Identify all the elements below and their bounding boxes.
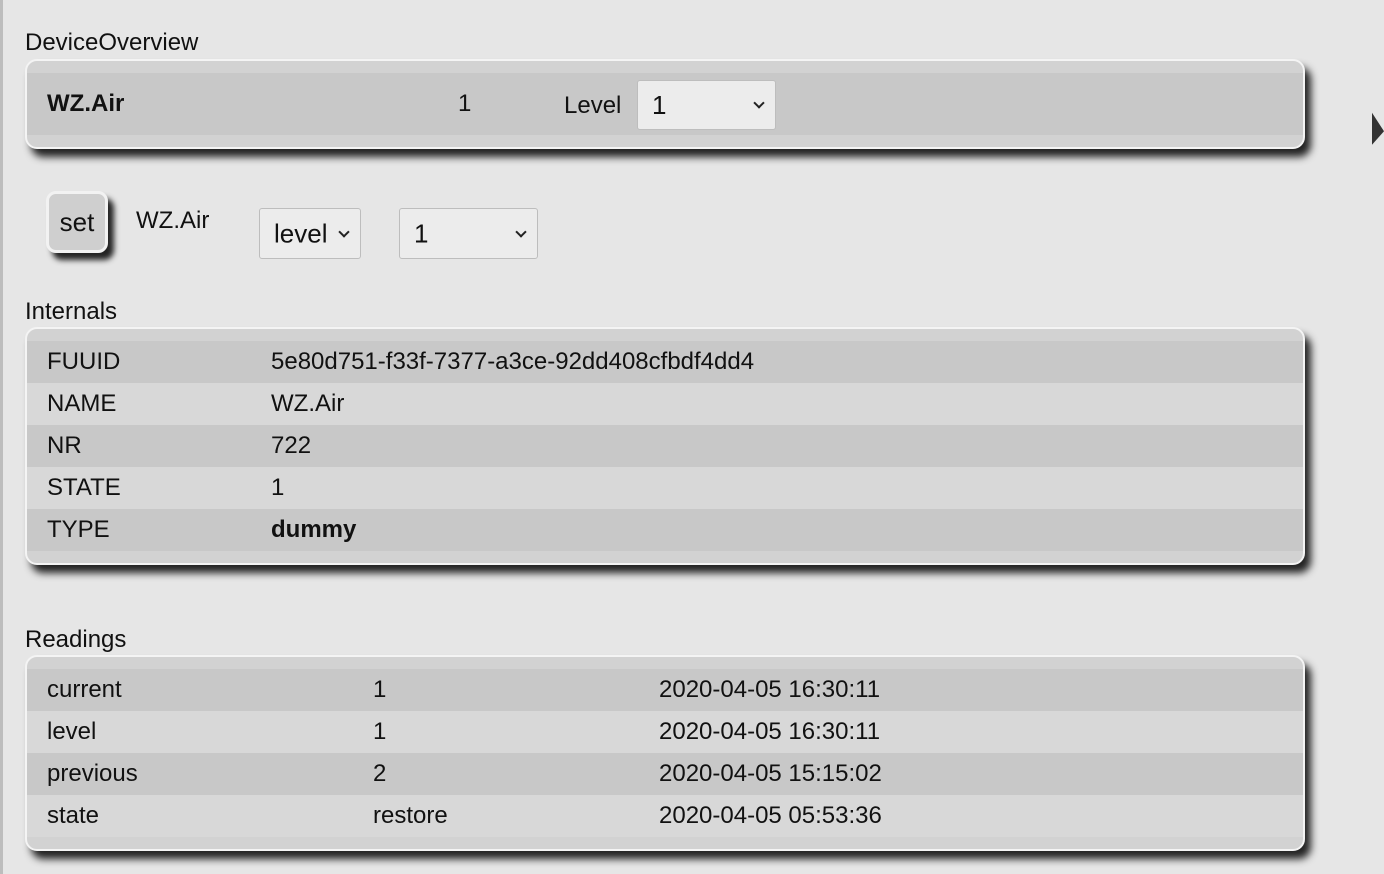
table-row: NR 722 [27, 425, 1303, 467]
attribute-select-value: level [274, 218, 328, 248]
level-select-value: 1 [652, 90, 667, 120]
internal-key: FUUID [47, 348, 121, 375]
internal-value: 5e80d751-f33f-7377-a3ce-92dd408cfbdf4dd4 [271, 348, 755, 375]
readings-panel: current 1 2020-04-05 16:30:11 level 1 20… [25, 655, 1305, 851]
device-overview-title: DeviceOverview [25, 29, 199, 56]
reading-timestamp: 2020-04-05 05:53:36 [659, 802, 882, 829]
table-row: FUUID 5e80d751-f33f-7377-a3ce-92dd408cfb… [27, 341, 1303, 383]
command-device-name: WZ.Air [136, 207, 210, 234]
set-button[interactable]: set [46, 191, 108, 253]
device-overview-panel: WZ.Air 1 Level 1 [25, 59, 1305, 149]
left-frame-edge [0, 0, 3, 874]
reading-value: restore [373, 802, 448, 829]
reading-name: level [47, 718, 97, 745]
mouse-cursor-icon [1372, 112, 1384, 148]
value-select-value: 1 [414, 218, 429, 248]
reading-name: current [47, 676, 122, 703]
table-row: NAME WZ.Air [27, 383, 1303, 425]
table-row: current 1 2020-04-05 16:30:11 [27, 669, 1303, 711]
type-link[interactable]: dummy [271, 509, 356, 551]
reading-timestamp: 2020-04-05 15:15:02 [659, 760, 882, 787]
device-overview-row: WZ.Air 1 Level 1 [27, 73, 1303, 135]
internal-key: STATE [47, 474, 121, 501]
reading-value: 2 [373, 760, 387, 787]
reading-value: 1 [373, 718, 387, 745]
internal-value: 1 [271, 474, 285, 501]
reading-value: 1 [373, 676, 387, 703]
table-row: state restore 2020-04-05 05:53:36 [27, 795, 1303, 837]
internal-value: WZ.Air [271, 390, 345, 417]
level-select[interactable]: 1 [637, 80, 776, 130]
reading-name: state [47, 802, 100, 829]
table-row: level 1 2020-04-05 16:30:11 [27, 711, 1303, 753]
internals-title: Internals [25, 298, 118, 325]
internal-key: NR [47, 432, 82, 459]
table-row: previous 2 2020-04-05 15:15:02 [27, 753, 1303, 795]
reading-timestamp: 2020-04-05 16:30:11 [659, 676, 881, 703]
reading-name: previous [47, 760, 138, 787]
internal-key: NAME [47, 390, 117, 417]
reading-timestamp: 2020-04-05 16:30:11 [659, 718, 881, 745]
readings-title: Readings [25, 626, 127, 653]
internals-panel: FUUID 5e80d751-f33f-7377-a3ce-92dd408cfb… [25, 327, 1305, 565]
device-state: 1 [458, 90, 472, 117]
device-name-link[interactable]: WZ.Air [47, 73, 124, 135]
value-select[interactable]: 1 [399, 208, 538, 259]
internal-key: TYPE [47, 516, 110, 543]
table-row: TYPE dummy [27, 509, 1303, 551]
level-label: Level [564, 92, 622, 119]
chevron-down-icon [753, 97, 765, 109]
attribute-select[interactable]: level [259, 208, 361, 259]
internal-value: 722 [271, 432, 312, 459]
table-row: STATE 1 [27, 467, 1303, 509]
chevron-down-icon [338, 225, 350, 238]
chevron-down-icon [515, 225, 527, 238]
